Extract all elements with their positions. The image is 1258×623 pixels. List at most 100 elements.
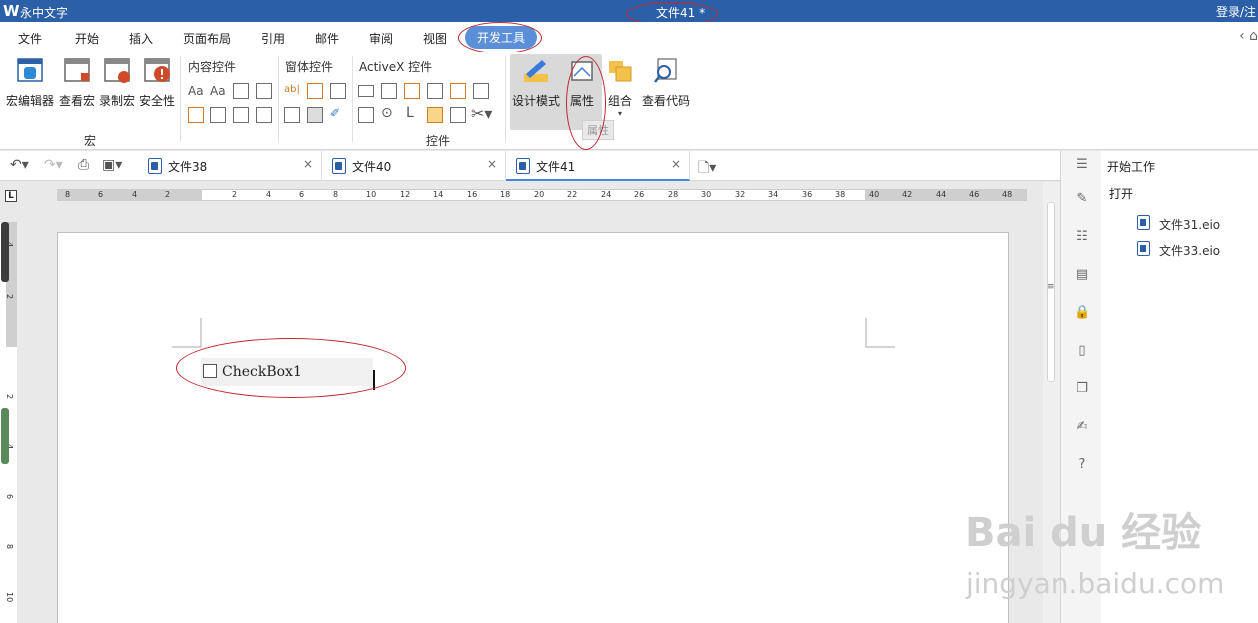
activex-combobox-icon[interactable] (381, 83, 397, 99)
save-icon[interactable]: ▣▾ (102, 157, 122, 173)
ruler-tick-label: 2 (5, 394, 14, 400)
activex-listbox-icon[interactable] (427, 83, 443, 99)
group-button[interactable]: 组合 ▾ (604, 56, 636, 118)
ruler-tick-label: 38 (835, 190, 846, 199)
vertical-ruler-marker[interactable] (1, 408, 9, 464)
close-tab-icon[interactable]: × (671, 157, 681, 171)
document-icon (148, 158, 162, 174)
activex-option-button-icon[interactable]: ⊙ (381, 105, 393, 121)
view-code-button[interactable]: 查看代码 (642, 56, 690, 109)
tab-stop-selector[interactable]: L (5, 190, 17, 202)
record-macro-icon (103, 56, 131, 84)
record-macro-button[interactable]: 录制宏 (98, 56, 136, 109)
ruler-tick-label: 28 (668, 190, 679, 199)
frame-form-icon[interactable] (284, 107, 300, 123)
plain-text-control-icon[interactable]: Aa (210, 84, 226, 98)
document-tab-bar: ↶▾ ↷▾ ⎙ ▣▾ 文件38 × 文件40 × 文件41 × 🗋▾ (0, 151, 1060, 181)
checkbox-control-icon[interactable] (188, 107, 204, 123)
ruler-tick-label: 34 (768, 190, 779, 199)
ruler-tick-label: 24 (601, 190, 612, 199)
dropdown-form-icon[interactable] (330, 83, 346, 99)
eraser-form-icon[interactable]: ✐ (330, 106, 340, 120)
activex-toggle-icon[interactable] (450, 107, 466, 123)
activex-spin-icon[interactable] (358, 107, 374, 123)
menu-review[interactable]: 审阅 (369, 30, 393, 47)
menu-insert[interactable]: 插入 (129, 30, 153, 47)
activex-textbox-icon[interactable] (450, 83, 466, 99)
macro-editor-button[interactable]: 宏编辑器 (6, 56, 54, 109)
menu-references[interactable]: 引用 (261, 30, 285, 47)
ruler-tick-label: 12 (400, 190, 411, 199)
menu-home[interactable]: 开始 (75, 30, 99, 47)
menu-developer-tools[interactable]: 开发工具 (465, 26, 538, 49)
date-picker-control-icon[interactable] (256, 107, 272, 123)
ruler-tick-label: 40 (869, 190, 880, 199)
close-tab-icon[interactable]: × (487, 157, 497, 171)
checkbox-form-icon[interactable] (307, 83, 323, 99)
security-icon (143, 56, 171, 84)
more-controls-tools-icon[interactable]: ✂▾ (471, 104, 492, 123)
baidu-watermark-logo: Bai du 经验 (965, 510, 1202, 556)
menu-mailings[interactable]: 邮件 (315, 30, 339, 47)
dropdown-control-icon[interactable] (233, 107, 249, 123)
close-tab-icon[interactable]: × (303, 157, 313, 171)
group-dropdown-icon[interactable]: ▾ (604, 109, 636, 118)
ruler-tick-label: 42 (902, 190, 913, 199)
building-block-control-icon[interactable] (256, 83, 272, 99)
menu-file[interactable]: 文件 (18, 30, 42, 47)
group-separator (352, 56, 353, 142)
recent-file-item[interactable]: 文件31.eio (1159, 216, 1220, 233)
text-field-form-icon[interactable]: ab| (284, 84, 300, 95)
tab-document-41[interactable]: 文件41 × (506, 151, 690, 181)
activex-checkbox[interactable]: CheckBox1 (201, 358, 373, 386)
activex-scrollbar-icon[interactable] (473, 83, 489, 99)
sliders-icon[interactable]: ☷ (1074, 229, 1090, 245)
tab-document-40[interactable]: 文件40 × (322, 151, 506, 181)
panel-title: 开始工作 (1107, 160, 1156, 174)
document-icon (516, 158, 530, 174)
shading-form-icon[interactable] (307, 107, 323, 123)
scrollbar-thumb[interactable] (1047, 202, 1055, 382)
checkbox-label: CheckBox1 (222, 364, 302, 380)
print-preview-icon[interactable]: ⎙ (78, 157, 89, 173)
activex-controls-label: ActiveX 控件 (359, 60, 433, 74)
menu-page-layout[interactable]: 页面布局 (183, 30, 231, 47)
login-link[interactable]: 登录/注 (1216, 3, 1256, 20)
ruler-tick-label: 30 (701, 190, 712, 199)
edit-icon[interactable]: ✍ (1074, 419, 1090, 435)
view-macro-button[interactable]: 查看宏 (58, 56, 96, 109)
properties-button[interactable]: 属性 (566, 56, 598, 109)
vertical-ruler-marker[interactable] (1, 222, 9, 282)
activex-label-icon[interactable]: L (406, 105, 414, 121)
pen-icon[interactable]: ✎ (1074, 191, 1090, 207)
activex-image-icon[interactable] (427, 107, 443, 123)
checkbox-square[interactable] (203, 364, 217, 378)
activex-button-icon[interactable] (358, 85, 374, 97)
ruler-tick-label: 10 (5, 592, 14, 603)
security-button[interactable]: 安全性 (138, 56, 176, 109)
copy-icon[interactable]: ❐ (1074, 381, 1090, 397)
design-mode-button[interactable]: 设计模式 (512, 56, 560, 109)
recent-file-item[interactable]: 文件33.eio (1159, 242, 1220, 259)
undo-icon[interactable]: ↶▾ (10, 157, 29, 173)
combobox-control-icon[interactable] (210, 107, 226, 123)
redo-icon[interactable]: ↷▾ (44, 157, 63, 173)
ruler-tick-label: 26 (634, 190, 645, 199)
activex-checkbox-icon[interactable] (404, 83, 420, 99)
ribbon-collapse-icon[interactable]: ‹ ⌂ (1239, 28, 1258, 44)
horizontal-ruler[interactable]: 8 6 4 2 2 4 6 8 10 12 14 16 18 20 22 24 26 28 30 32 34 36 38 40… (57, 189, 1027, 201)
picture-control-icon[interactable] (233, 83, 249, 99)
help-icon[interactable]: ? (1074, 457, 1090, 473)
ruler-tick-label: 20 (534, 190, 545, 199)
rich-text-control-icon[interactable]: Aa (188, 84, 204, 98)
styles-icon[interactable]: ▤ (1074, 267, 1090, 283)
new-document-icon[interactable]: 🗋▾ (698, 157, 716, 181)
menu-view[interactable]: 视图 (423, 30, 447, 47)
design-mode-label: 设计模式 (512, 94, 561, 108)
document-page[interactable] (57, 232, 1009, 623)
panel-menu-icon[interactable]: ☰ (1074, 157, 1090, 173)
ruler-left-margin (57, 190, 202, 200)
tab-document-38[interactable]: 文件38 × (138, 151, 322, 181)
clipboard-icon[interactable]: ▯ (1074, 343, 1090, 359)
lock-icon[interactable]: 🔒 (1074, 305, 1090, 321)
